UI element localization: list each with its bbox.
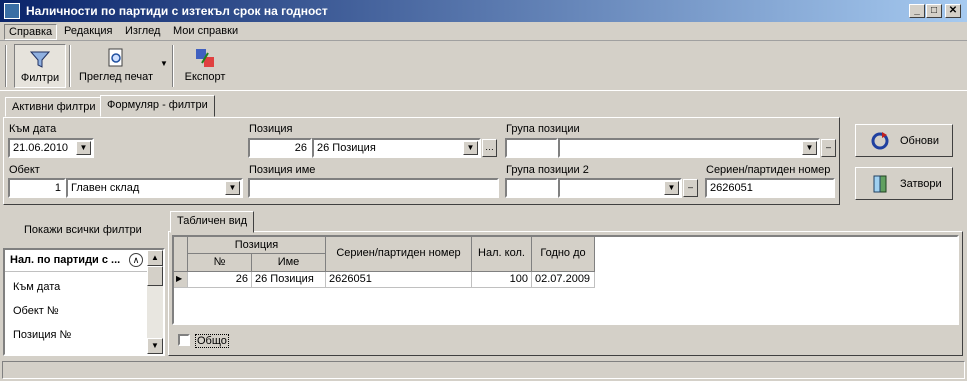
position-dropdown-icon[interactable]: ▼ xyxy=(463,141,478,155)
group-clear-button[interactable]: – xyxy=(821,139,836,157)
list-scrollbar[interactable]: ▲ ▼ xyxy=(147,250,163,354)
close-window-button[interactable]: ✕ xyxy=(945,4,961,18)
col-header-number[interactable]: № xyxy=(188,254,252,272)
cell-name[interactable]: 26 Позиция xyxy=(252,272,326,288)
print-preview-button[interactable]: Преглед печат xyxy=(74,44,158,88)
app-icon xyxy=(4,3,20,19)
row-indicator-header xyxy=(174,237,188,272)
maximize-button[interactable]: □ xyxy=(926,4,942,18)
position-select[interactable]: 26 Позиция ▼ xyxy=(312,138,481,158)
object-name-value: Главен склад xyxy=(71,182,140,194)
menu-report[interactable]: Справка xyxy=(4,24,58,40)
collapse-up-icon[interactable]: ∧ xyxy=(129,253,143,267)
to-date-field[interactable]: 21.06.2010 ▼ xyxy=(8,138,94,158)
toolbar: Филтри Преглед печат ▼ Експорт xyxy=(0,41,967,91)
print-preview-dropdown-icon[interactable]: ▼ xyxy=(160,59,168,68)
position-browse-button[interactable]: … xyxy=(482,139,497,157)
group-dropdown-icon[interactable]: ▼ xyxy=(802,141,817,155)
object-number-field[interactable]: 1 xyxy=(8,178,66,198)
minimize-button[interactable]: _ xyxy=(909,4,925,18)
position-number-field[interactable]: 26 xyxy=(248,138,312,158)
close-label: Затвори xyxy=(900,178,942,190)
close-button[interactable]: Затвори xyxy=(855,167,953,200)
col-header-valid-until[interactable]: Годно до xyxy=(532,237,595,272)
menu-my-reports[interactable]: Мои справки xyxy=(169,24,242,38)
list-item[interactable]: Обект № xyxy=(13,305,59,317)
menu-edit[interactable]: Редакция xyxy=(60,24,116,38)
data-grid: Позиция № Име Сериен/партиден номер Нал.… xyxy=(172,235,959,325)
filter-list-header[interactable]: Нал. по партиди с ... xyxy=(5,250,147,272)
group2-label: Група позиции 2 xyxy=(506,164,589,176)
col-header-qty[interactable]: Нал. кол. xyxy=(472,237,532,272)
refresh-label: Обнови xyxy=(900,135,940,147)
tab-active-filters[interactable]: Активни филтри xyxy=(5,97,103,117)
date-dropdown-icon[interactable]: ▼ xyxy=(76,141,91,155)
serial-field[interactable]: 2626051 xyxy=(705,178,835,198)
position-name-value: 26 Позиция xyxy=(317,142,376,154)
position-name-field[interactable] xyxy=(248,178,499,198)
title-bar: Наличности по партиди с изтекъл срок на … xyxy=(0,0,967,22)
object-label: Обект xyxy=(9,164,40,176)
export-label: Експорт xyxy=(184,71,226,83)
group2-number-field[interactable] xyxy=(505,178,558,198)
toolbar-separator xyxy=(5,45,7,87)
toolbar-separator xyxy=(172,45,174,87)
export-icon xyxy=(196,49,214,67)
cell-valid-until[interactable]: 02.07.2009 xyxy=(532,272,595,288)
row-selector-icon[interactable]: ▶ xyxy=(174,272,188,288)
group2-dropdown-icon[interactable]: ▼ xyxy=(664,181,679,195)
group2-select[interactable]: ▼ xyxy=(558,178,682,198)
serial-label: Сериен/партиден номер xyxy=(706,164,831,176)
tab-table-view[interactable]: Табличен вид xyxy=(170,211,255,233)
object-select[interactable]: Главен склад ▼ xyxy=(66,178,243,198)
filter-icon xyxy=(29,51,51,68)
to-date-label: Към дата xyxy=(9,123,57,135)
door-exit-icon xyxy=(873,175,887,193)
group-label: Група позиции xyxy=(506,123,580,135)
menu-view[interactable]: Изглед xyxy=(121,24,164,38)
toolbar-separator xyxy=(69,45,71,87)
cell-qty[interactable]: 100 xyxy=(472,272,532,288)
scroll-down-icon[interactable]: ▼ xyxy=(147,338,163,354)
window-title: Наличности по партиди с изтекъл срок на … xyxy=(26,4,328,18)
scroll-thumb[interactable] xyxy=(147,266,163,286)
print-preview-icon xyxy=(108,48,123,67)
filter-list: Нал. по партиди с ... ∧ Към дата Обект №… xyxy=(3,248,165,356)
group-number-field[interactable] xyxy=(505,138,558,158)
filters-button[interactable]: Филтри xyxy=(14,44,66,88)
col-header-name[interactable]: Име xyxy=(252,254,326,272)
to-date-value: 21.06.2010 xyxy=(13,142,69,154)
status-bar xyxy=(2,361,965,379)
col-header-serial[interactable]: Сериен/партиден номер xyxy=(326,237,472,272)
show-all-filters-button[interactable]: Покажи всички филтри xyxy=(24,224,142,236)
refresh-icon xyxy=(871,132,889,150)
print-preview-label: Преглед печат xyxy=(78,71,154,83)
export-button[interactable]: Експорт xyxy=(180,44,230,88)
list-item[interactable]: Към дата xyxy=(13,281,60,293)
total-checkbox-label[interactable]: Общо xyxy=(195,334,229,348)
object-dropdown-icon[interactable]: ▼ xyxy=(225,181,240,195)
tab-form-filters[interactable]: Формуляр - филтри xyxy=(100,95,215,117)
group2-clear-button[interactable]: – xyxy=(683,179,698,197)
menu-bar: Справка Редакция Изглед Мои справки xyxy=(0,22,967,41)
cell-number[interactable]: 26 xyxy=(188,272,252,288)
group-select[interactable]: ▼ xyxy=(558,138,820,158)
filters-label: Филтри xyxy=(20,72,60,84)
list-item[interactable]: Позиция № xyxy=(13,329,71,341)
refresh-button[interactable]: Обнови xyxy=(855,124,953,157)
cell-serial[interactable]: 2626051 xyxy=(326,272,472,288)
position-label: Позиция xyxy=(249,123,293,135)
filter-list-header-label: Нал. по партиди с ... xyxy=(10,254,121,266)
position-group-header: Позиция xyxy=(188,237,326,254)
total-checkbox[interactable] xyxy=(178,334,190,346)
position-name-label: Позиция име xyxy=(249,164,316,176)
scroll-up-icon[interactable]: ▲ xyxy=(147,250,163,266)
